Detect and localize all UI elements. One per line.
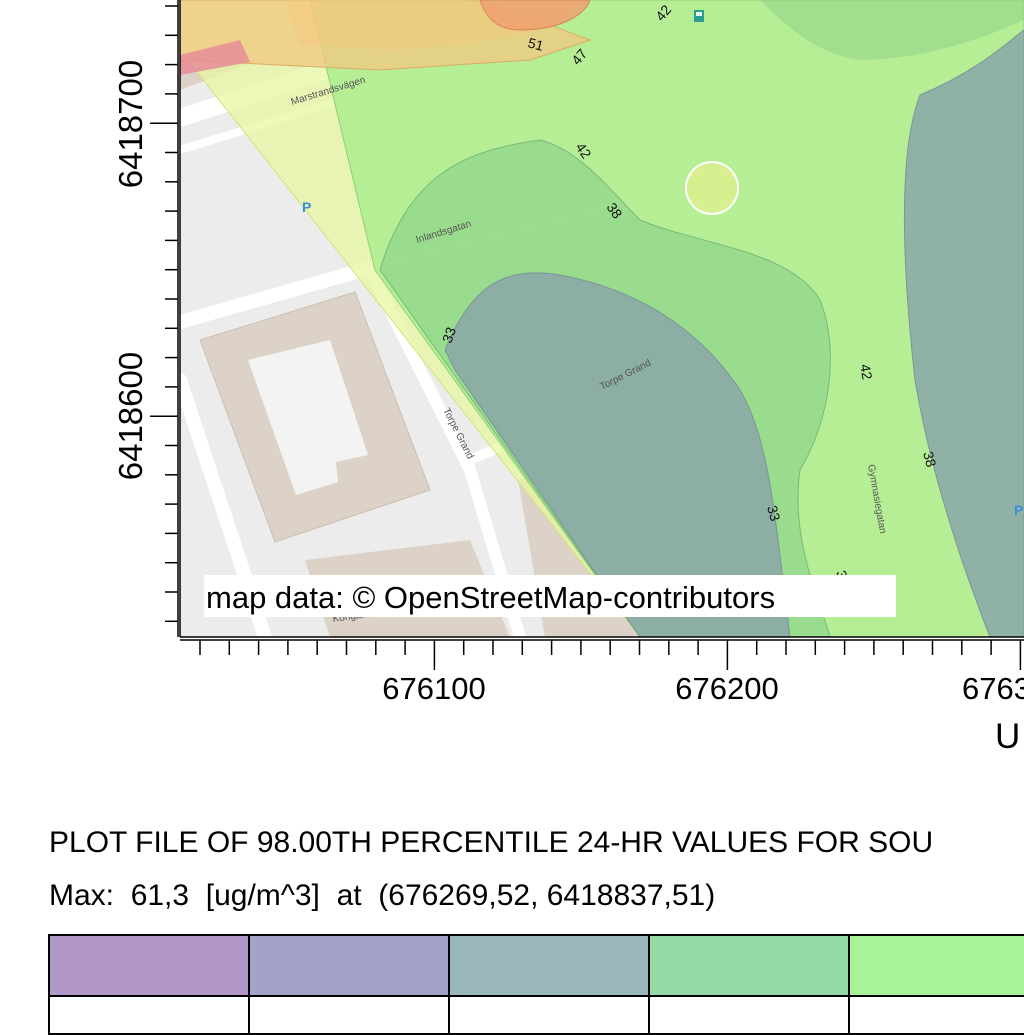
- max-unit: [ug/m^3]: [205, 879, 320, 912]
- x-axis-label: U: [995, 717, 1020, 756]
- max-value: 61,3: [130, 879, 190, 912]
- color-legend: [48, 934, 1024, 1035]
- legend-swatch: [648, 934, 850, 997]
- legend-label-cell: [648, 995, 850, 1035]
- roundabout: [685, 161, 739, 215]
- max-info: Max: 61,3 [ug/m^3] at (676269,52, 641883…: [49, 879, 715, 913]
- x-axis-ticks: [199, 640, 1022, 670]
- fuel-station-icon: [694, 10, 704, 22]
- max-label: Max:: [49, 879, 115, 912]
- map-panel: Marstrandsvägen Inlandsgatan Torpe Grand…: [180, 0, 1024, 637]
- max-at: at: [336, 879, 362, 912]
- map-credit: map data: © OpenStreetMap-contributors: [206, 580, 775, 615]
- legend-swatch: [48, 934, 250, 997]
- legend-label-cell: [448, 995, 650, 1035]
- x-tick-label: 6763: [962, 671, 1024, 706]
- x-tick-label: 676100: [382, 671, 485, 706]
- parking-icon: P: [1014, 502, 1023, 518]
- max-location: (676269,52, 6418837,51): [378, 879, 716, 912]
- legend-label-cell: [848, 995, 1024, 1035]
- contour-label: 42: [857, 363, 875, 381]
- y-tick-label: 6418700: [112, 60, 149, 188]
- y-axis-ticks: [150, 5, 178, 623]
- legend-label-cell: [48, 995, 250, 1035]
- legend-swatch: [448, 934, 650, 997]
- legend-swatch: [248, 934, 450, 997]
- dispersion-map-plot: Marstrandsvägen Inlandsgatan Torpe Grand…: [112, 0, 1024, 756]
- legend-swatch: [848, 934, 1024, 997]
- legend-label-cell: [248, 995, 450, 1035]
- x-tick-label: 676200: [675, 671, 778, 706]
- plot-title: PLOT FILE OF 98.00TH PERCENTILE 24-HR VA…: [49, 826, 934, 859]
- y-tick-label: 6418600: [112, 352, 149, 480]
- parking-icon: P: [302, 199, 311, 215]
